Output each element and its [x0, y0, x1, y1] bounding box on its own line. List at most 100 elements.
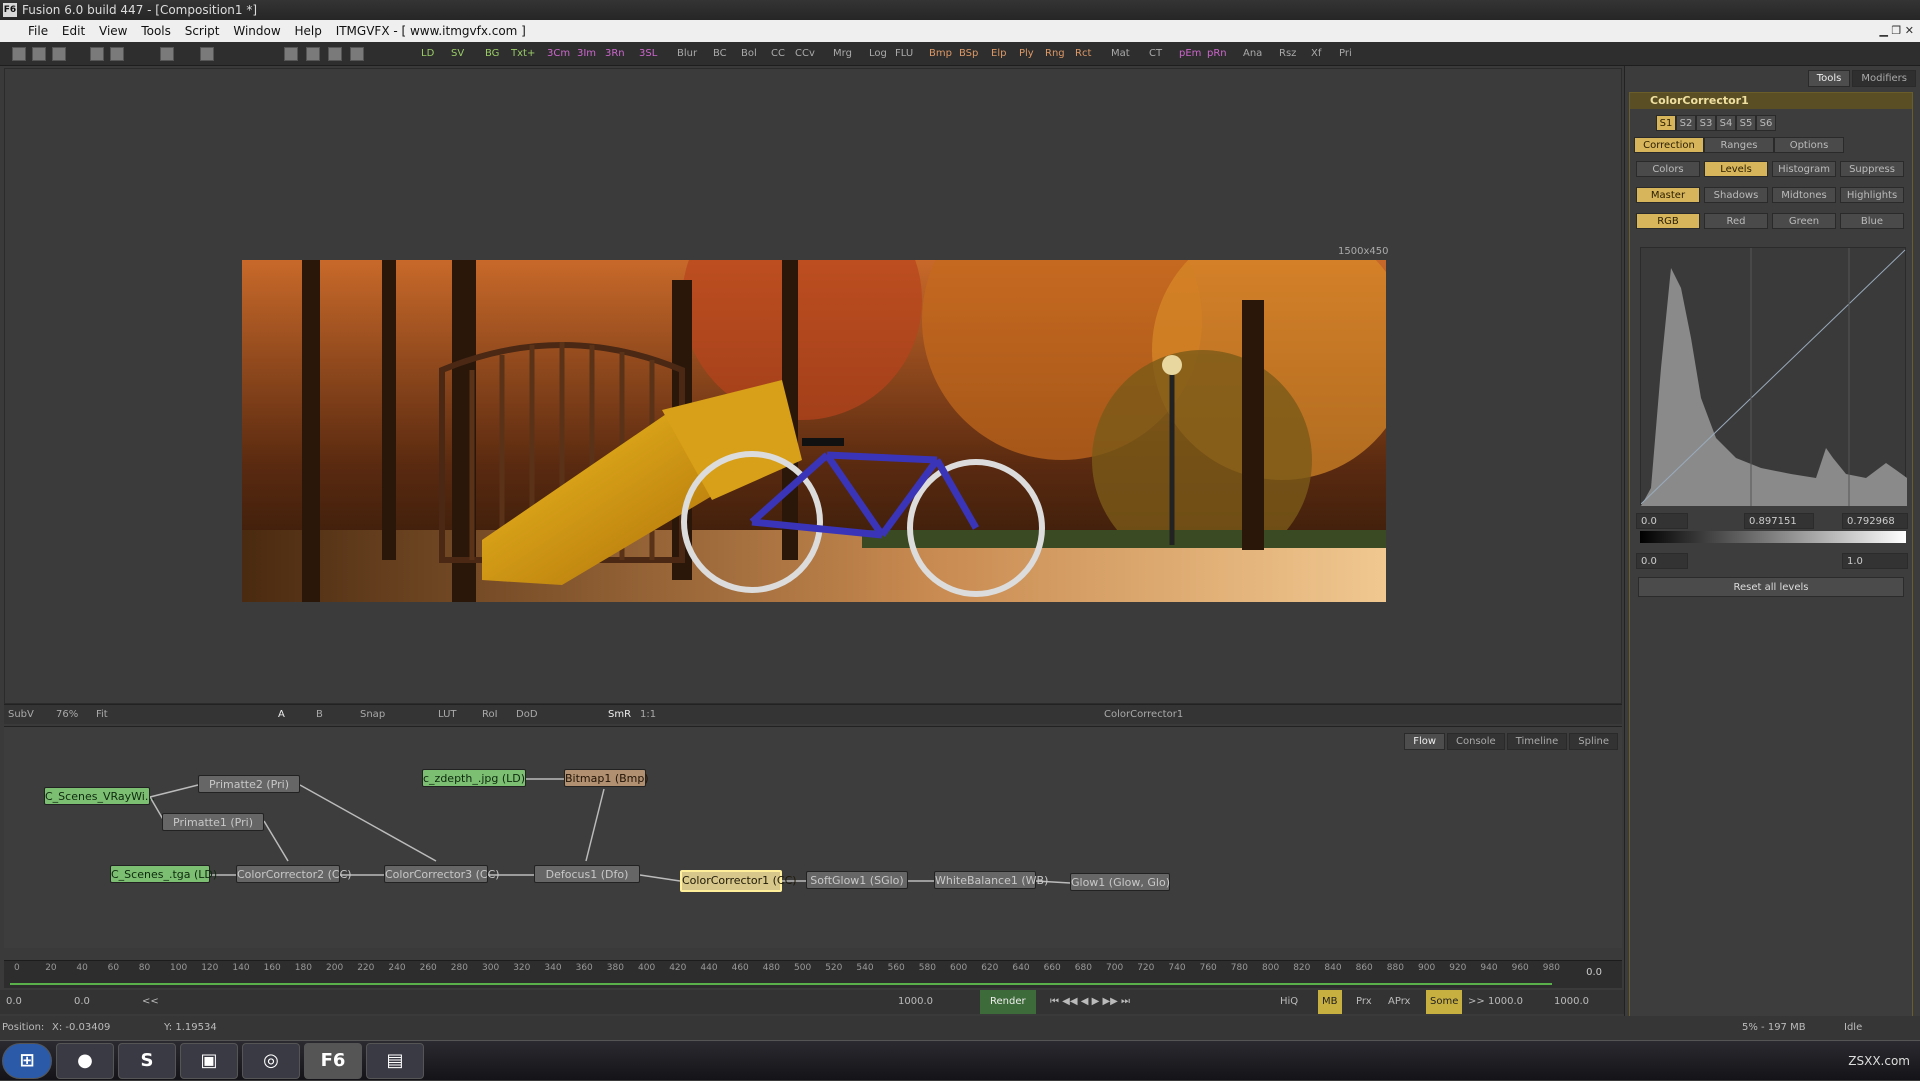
tool-pem[interactable]: pEm — [1176, 46, 1204, 62]
render-preview-image[interactable] — [242, 260, 1386, 602]
forward-button[interactable]: >> — [1468, 990, 1485, 1014]
range-highlights[interactable]: Highlights — [1840, 187, 1904, 203]
tool-mat[interactable]: Mat — [1108, 46, 1133, 62]
input-high-field[interactable]: 0.792968 — [1842, 513, 1908, 529]
global-end-field[interactable]: 1000.0 — [1554, 990, 1589, 1014]
slot-s6[interactable]: S6 — [1756, 115, 1776, 131]
fusion-app-icon[interactable]: F6 — [3, 3, 17, 17]
layout-icon[interactable] — [284, 47, 298, 61]
slot-s5[interactable]: S5 — [1736, 115, 1756, 131]
slot-s2[interactable]: S2 — [1676, 115, 1696, 131]
dod-button[interactable]: DoD — [516, 705, 538, 725]
tool-prn[interactable]: pRn — [1204, 46, 1230, 62]
new-icon[interactable] — [12, 47, 26, 61]
current-time[interactable]: 0.0 — [1586, 967, 1602, 978]
tool-elp[interactable]: Elp — [988, 46, 1009, 62]
flow-node[interactable]: SoftGlow1 (SGlo) — [806, 871, 908, 889]
menu-tools[interactable]: Tools — [141, 20, 171, 42]
tool-ply[interactable]: Ply — [1016, 46, 1037, 62]
timeline-ruler[interactable]: 0 20 40 60 80 100 120 140 160 180 200 220 240 260 280 3… — [4, 960, 1622, 988]
menu-file[interactable]: File — [28, 20, 48, 42]
tool-3im[interactable]: 3Im — [574, 46, 599, 62]
render-start-field[interactable]: 0.0 — [74, 990, 90, 1014]
reset-levels-button[interactable]: Reset all levels — [1638, 577, 1904, 597]
tool-xf[interactable]: Xf — [1308, 46, 1324, 62]
tab-modifiers[interactable]: Modifiers — [1852, 70, 1916, 87]
tool-ld[interactable]: LD — [418, 46, 437, 62]
b-buffer-button[interactable]: B — [316, 705, 323, 725]
tool-3cm[interactable]: 3Cm — [544, 46, 573, 62]
taskbar-app-icon[interactable]: ● — [56, 1043, 114, 1079]
flow-node[interactable]: c_zdepth_.jpg (LD) — [422, 769, 526, 787]
tab-tools[interactable]: Tools — [1807, 70, 1851, 87]
smr-button[interactable]: SmR — [608, 705, 631, 725]
flow-node[interactable]: Bitmap1 (Bmp) — [564, 769, 649, 787]
taskbar-fusion-icon[interactable]: F6 — [304, 1043, 362, 1079]
a-buffer-button[interactable]: A — [278, 705, 285, 725]
tool-bmp[interactable]: Bmp — [926, 46, 955, 62]
taskbar-app-icon[interactable]: ◎ — [242, 1043, 300, 1079]
tab-options[interactable]: Options — [1774, 137, 1844, 153]
flow-node[interactable]: WhiteBalance1 (WB) — [934, 871, 1048, 889]
tool-pri[interactable]: Pri — [1336, 46, 1355, 62]
menu-itmgvfx[interactable]: ITMGVFX - [ www.itmgvfx.com ] — [336, 20, 526, 42]
mode-colors[interactable]: Colors — [1636, 161, 1700, 177]
flow-node[interactable]: Primatte1 (Pri) — [162, 813, 264, 831]
undo-icon[interactable] — [160, 47, 174, 61]
menu-script[interactable]: Script — [185, 20, 220, 42]
output-gradient[interactable] — [1640, 531, 1906, 543]
flow-node[interactable]: C_Scenes_VRayWi... — [44, 787, 155, 805]
tool-flu[interactable]: FLU — [892, 46, 916, 62]
tool-rsz[interactable]: Rsz — [1276, 46, 1299, 62]
zoom-dropdown[interactable]: 76% — [56, 705, 78, 725]
tool-3sl[interactable]: 3SL — [636, 46, 660, 62]
tool-bc[interactable]: BC — [710, 46, 730, 62]
channel-blue[interactable]: Blue — [1840, 213, 1904, 229]
redo-icon[interactable] — [200, 47, 214, 61]
tab-correction[interactable]: Correction — [1634, 137, 1704, 153]
save-icon[interactable] — [52, 47, 66, 61]
tool-bol[interactable]: Bol — [738, 46, 760, 62]
tool-log[interactable]: Log — [866, 46, 890, 62]
cut-icon[interactable] — [90, 47, 104, 61]
roi-button[interactable]: RoI — [482, 705, 498, 725]
fit-button[interactable]: Fit — [96, 705, 108, 725]
slot-s1[interactable]: S1 — [1656, 115, 1676, 131]
render-button[interactable]: Render — [980, 990, 1036, 1014]
slot-s4[interactable]: S4 — [1716, 115, 1736, 131]
open-icon[interactable] — [32, 47, 46, 61]
tool-blur[interactable]: Blur — [674, 46, 700, 62]
tool-sv[interactable]: SV — [448, 46, 467, 62]
mb-toggle[interactable]: MB — [1318, 990, 1342, 1014]
start-button[interactable]: ⊞ — [2, 1043, 52, 1079]
output-high-field[interactable]: 1.0 — [1842, 553, 1908, 569]
menu-edit[interactable]: Edit — [62, 20, 85, 42]
one-to-one-button[interactable]: 1:1 — [640, 705, 656, 725]
flow-node[interactable]: Defocus1 (Dfo) — [534, 865, 640, 883]
menu-view[interactable]: View — [99, 20, 127, 42]
tool-cc[interactable]: CC — [768, 46, 788, 62]
channel-rgb[interactable]: RGB — [1636, 213, 1700, 229]
gamma-field[interactable]: 0.897151 — [1744, 513, 1814, 529]
flow-node-selected[interactable]: ColorCorrector1 (CC) — [680, 870, 797, 892]
levels-histogram[interactable] — [1640, 247, 1907, 506]
flow-node[interactable]: Primatte2 (Pri) — [198, 775, 300, 793]
input-low-field[interactable]: 0.0 — [1636, 513, 1688, 529]
layout3-icon[interactable] — [328, 47, 342, 61]
time-slider-end[interactable]: 1000.0 — [898, 990, 933, 1014]
tool-header[interactable]: ColorCorrector1 — [1630, 93, 1912, 109]
lut-button[interactable]: LUT — [438, 705, 457, 725]
hiq-toggle[interactable]: HiQ — [1280, 990, 1298, 1014]
tool-3rn[interactable]: 3Rn — [602, 46, 628, 62]
subv-button[interactable]: SubV — [8, 705, 34, 725]
menu-window[interactable]: Window — [233, 20, 280, 42]
channel-red[interactable]: Red — [1704, 213, 1768, 229]
snap-button[interactable]: Snap — [360, 705, 385, 725]
aprx-toggle[interactable]: APrx — [1388, 990, 1410, 1014]
tab-ranges[interactable]: Ranges — [1704, 137, 1774, 153]
output-low-field[interactable]: 0.0 — [1636, 553, 1688, 569]
render-end-field[interactable]: 1000.0 — [1488, 990, 1523, 1014]
mode-histogram[interactable]: Histogram — [1772, 161, 1836, 177]
menu-help[interactable]: Help — [295, 20, 322, 42]
flow-node[interactable]: Glow1 (Glow, Glo) — [1070, 873, 1170, 891]
